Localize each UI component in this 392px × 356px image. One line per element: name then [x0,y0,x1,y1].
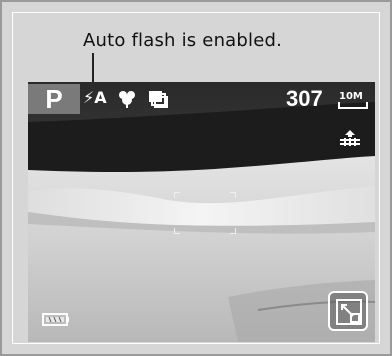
shooting-mode-badge[interactable]: P [28,84,80,114]
playback-resize-icon [336,299,362,325]
flash-auto-icon[interactable]: ⚡A [83,88,107,107]
resolution-indicator[interactable]: 10M [339,91,363,102]
focus-frame-icon [174,192,236,234]
shots-remaining-counter: 307 [286,86,323,111]
annotation-leader-line [92,53,94,85]
camera-lcd-screen: P ⚡A 307 10M [28,82,375,342]
resolution-frame-icon [338,102,368,109]
macro-flower-icon[interactable] [118,90,136,108]
continuous-shooting-icon[interactable] [148,90,168,108]
annotation-callout: Auto flash is enabled. [83,30,283,51]
quality-icon[interactable] [340,130,360,146]
battery-full-icon [42,313,69,326]
playback-resize-button[interactable] [328,291,368,331]
